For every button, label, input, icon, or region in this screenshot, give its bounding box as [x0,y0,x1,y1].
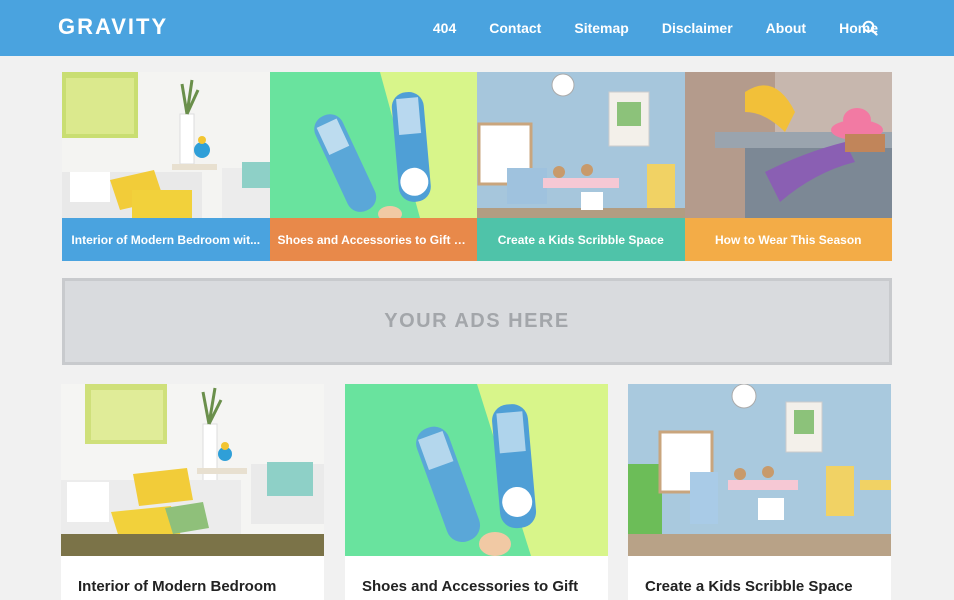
featured-item-kids[interactable]: Create a Kids Scribble Space [477,72,685,261]
site-logo[interactable]: GRAVITY [58,14,168,40]
post-title[interactable]: Interior of Modern Bedroom with Bed [78,576,310,600]
featured-item-season[interactable]: How to Wear This Season [684,72,892,261]
shoes-image [269,72,477,218]
featured-caption[interactable]: Shoes and Accessories to Gift a... [269,218,477,261]
post-card-bedroom[interactable]: Interior of Modern Bedroom with Bed [61,384,324,600]
nav-item-disclaimer[interactable]: Disclaimer [662,20,733,36]
bedroom-image [62,72,270,218]
ad-banner-text: YOUR ADS HERE [384,310,570,332]
featured-caption[interactable]: How to Wear This Season [684,218,892,261]
nav-item-about[interactable]: About [766,20,806,36]
featured-item-shoes[interactable]: Shoes and Accessories to Gift a... [269,72,477,261]
ad-banner[interactable]: YOUR ADS HERE [62,278,892,365]
season-image [684,72,892,218]
search-icon[interactable] [862,20,878,36]
featured-slider: Interior of Modern Bedroom wit... Shoes … [62,72,892,261]
post-title[interactable]: Shoes and Accessories to Gift and Get [362,576,594,600]
featured-caption[interactable]: Interior of Modern Bedroom wit... [62,218,270,261]
post-image-bedroom [61,384,324,556]
featured-caption[interactable]: Create a Kids Scribble Space [477,218,685,261]
main-nav: 404 Contact Sitemap Disclaimer About Hom… [433,0,878,56]
post-title[interactable]: Create a Kids Scribble Space [645,576,877,597]
kids-room-image [477,72,685,218]
site-header: GRAVITY 404 Contact Sitemap Disclaimer A… [0,0,954,56]
nav-item-contact[interactable]: Contact [489,20,541,36]
nav-item-sitemap[interactable]: Sitemap [574,20,628,36]
post-image-kids [628,384,891,556]
post-card-shoes[interactable]: Shoes and Accessories to Gift and Get [345,384,608,600]
post-card-kids[interactable]: Create a Kids Scribble Space [628,384,891,600]
nav-item-404[interactable]: 404 [433,20,456,36]
featured-item-bedroom[interactable]: Interior of Modern Bedroom wit... [62,72,270,261]
post-image-shoes [345,384,608,556]
